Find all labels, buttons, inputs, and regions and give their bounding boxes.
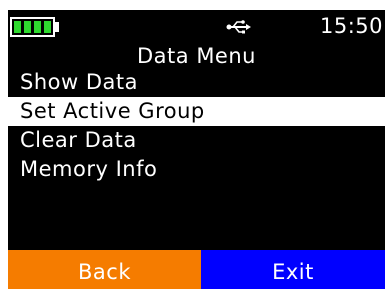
battery-segment	[44, 21, 51, 33]
menu-list: Show Data Set Active Group Clear Data Me…	[8, 68, 385, 184]
battery-segment	[14, 21, 21, 33]
menu-item-memory-info[interactable]: Memory Info	[8, 155, 385, 184]
menu-title: Data Menu	[137, 44, 256, 68]
battery-cap	[55, 22, 59, 32]
menu-item-show-data[interactable]: Show Data	[8, 68, 385, 97]
status-bar: 15:50	[8, 10, 385, 40]
back-button[interactable]: Back	[8, 250, 201, 289]
device-screen: 15:50 Data Menu Show Data Set Active Gro…	[8, 10, 385, 289]
usb-icon	[226, 20, 251, 34]
exit-button[interactable]: Exit	[201, 250, 385, 289]
clock: 15:50	[319, 14, 383, 38]
battery-segment	[24, 21, 31, 33]
menu-item-clear-data[interactable]: Clear Data	[8, 126, 385, 155]
softkey-bar: Back Exit	[8, 250, 385, 289]
battery-segment	[34, 21, 41, 33]
menu-item-set-active-group[interactable]: Set Active Group	[8, 97, 385, 126]
battery-full-icon	[10, 17, 55, 37]
